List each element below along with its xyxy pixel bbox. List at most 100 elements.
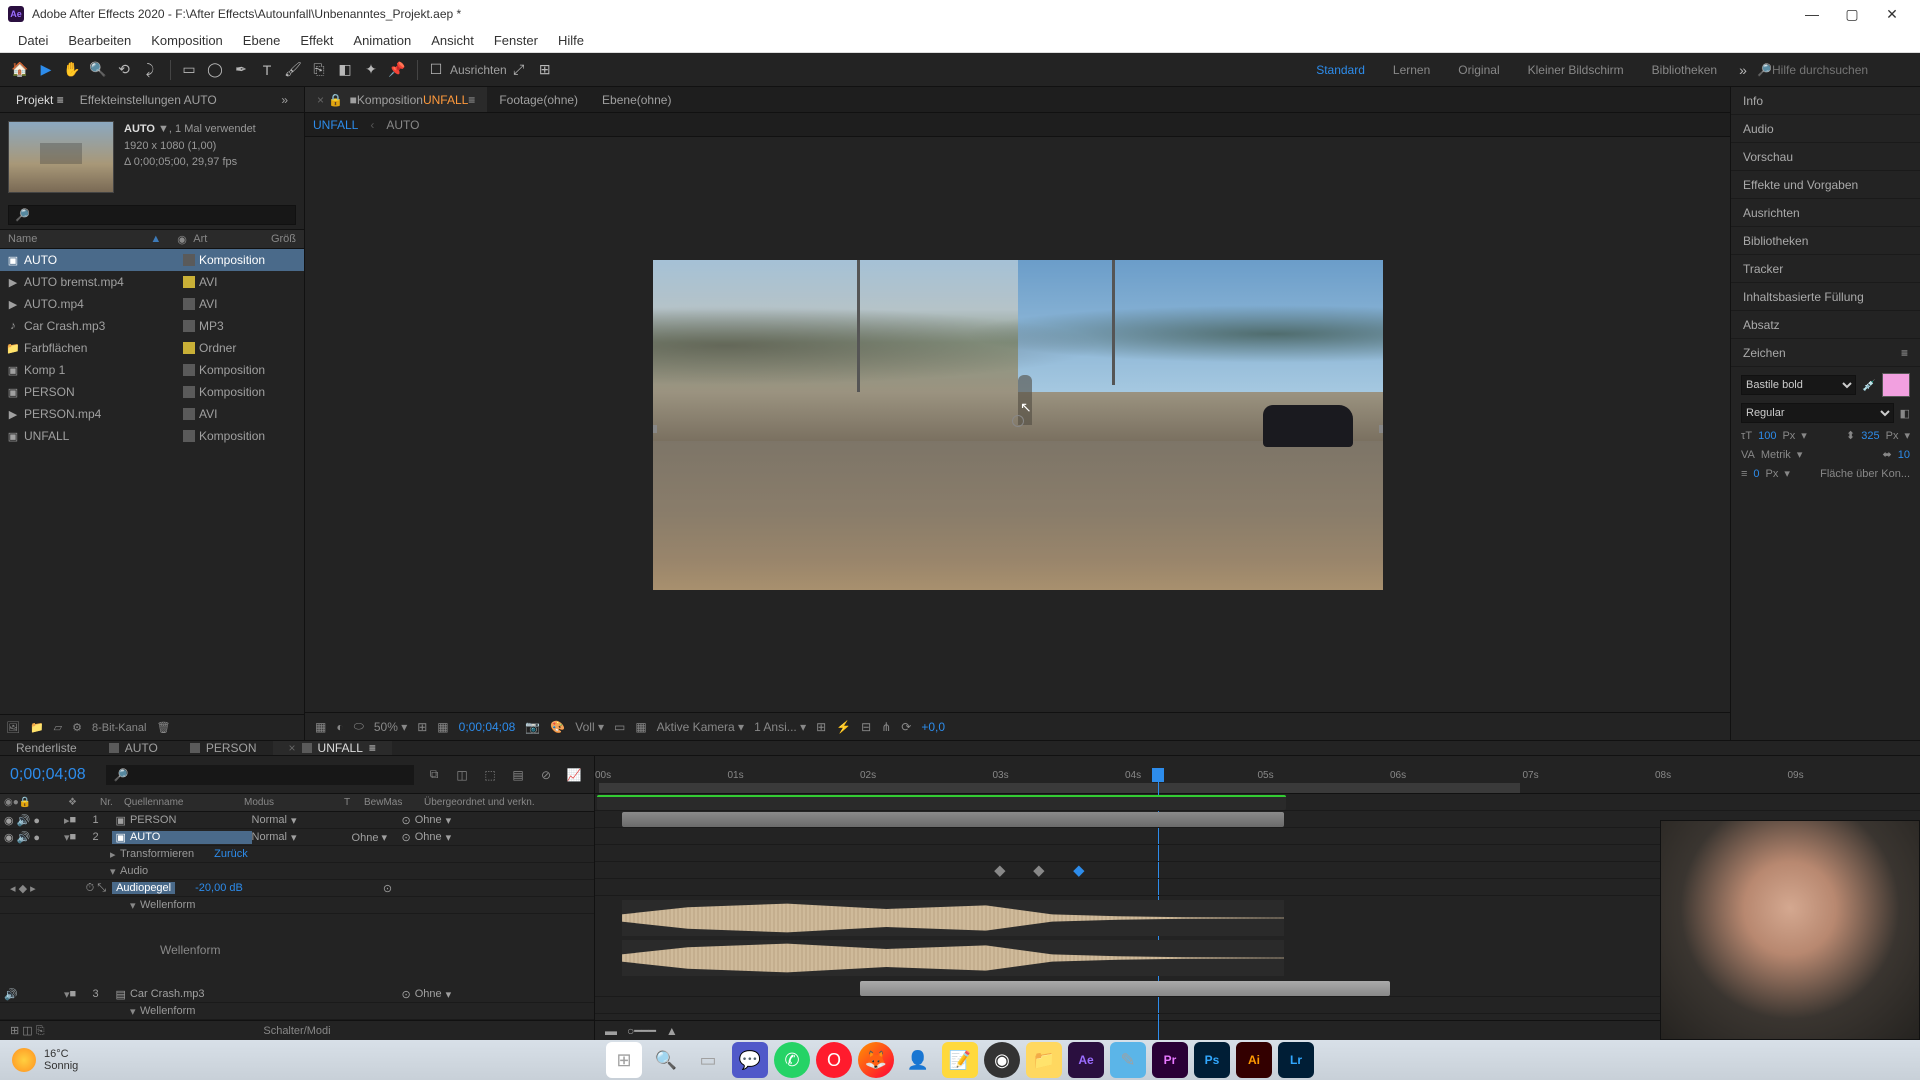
timeline-tab[interactable]: PERSON bbox=[174, 741, 273, 755]
timeline-tab[interactable]: × UNFALL ≡ bbox=[273, 741, 392, 755]
hand-tool[interactable]: ✋ bbox=[60, 58, 84, 82]
panel-overflow[interactable]: » bbox=[273, 93, 296, 107]
project-item[interactable]: ▶AUTO bremst.mp4AVI bbox=[0, 271, 304, 293]
trash-icon[interactable]: 🗑 bbox=[156, 721, 170, 734]
project-item[interactable]: ♪Car Crash.mp3MP3 bbox=[0, 315, 304, 337]
layer-row-person[interactable]: ◉ 🔊 ● ▸ ■ 1 ▣PERSON Normal ▾ ⊙ Ohne ▾ bbox=[0, 812, 594, 829]
help-search-input[interactable] bbox=[1772, 63, 1912, 77]
workspace-bibliotheken[interactable]: Bibliotheken bbox=[1638, 63, 1731, 77]
start-button[interactable]: ⊞ bbox=[606, 1042, 642, 1078]
res-icon[interactable]: ⊞ bbox=[417, 720, 427, 734]
panel-bibliotheken[interactable]: Bibliotheken bbox=[1731, 227, 1920, 255]
workspace-overflow[interactable]: » bbox=[1731, 58, 1755, 82]
minimize-button[interactable]: — bbox=[1792, 0, 1832, 28]
tab-effect-controls[interactable]: Effekteinstellungen AUTO bbox=[72, 93, 225, 107]
layer-handle-right[interactable] bbox=[1379, 425, 1383, 433]
time-ruler[interactable]: 00s01s02s03s04s05s06s07s08s09s10 bbox=[595, 756, 1920, 794]
layer-row-carcrash[interactable]: 🔊 ▾ ■ 3 ▤Car Crash.mp3 ⊙ Ohne ▾ bbox=[0, 986, 594, 1003]
tab-layer[interactable]: Ebene (ohne) bbox=[590, 87, 683, 112]
brush-tool[interactable]: 🖌 bbox=[281, 58, 305, 82]
panel-zeichen[interactable]: Zeichen≡ bbox=[1731, 339, 1920, 367]
panel-audio[interactable]: Audio bbox=[1731, 115, 1920, 143]
tab-composition[interactable]: × 🔒 ■ Komposition UNFALL ≡ bbox=[305, 87, 487, 112]
leading[interactable]: 325 bbox=[1861, 430, 1879, 442]
refresh-icon[interactable]: ⟳ bbox=[901, 720, 911, 734]
color-mgmt-icon[interactable]: 🎨 bbox=[550, 720, 565, 734]
prop-audio[interactable]: ▾ Audio bbox=[0, 863, 594, 880]
close-button[interactable]: ✕ bbox=[1872, 0, 1912, 28]
workspace-kleiner[interactable]: Kleiner Bildschirm bbox=[1514, 63, 1638, 77]
rect-tool[interactable]: ▭ bbox=[177, 58, 201, 82]
viewer-timecode[interactable]: 0;00;04;08 bbox=[459, 720, 516, 734]
composition-viewer[interactable]: ↖ bbox=[305, 137, 1730, 712]
menu-fenster[interactable]: Fenster bbox=[484, 28, 548, 52]
keyframe[interactable] bbox=[994, 866, 1005, 877]
settings-icon[interactable]: ⚙ bbox=[72, 721, 82, 734]
flowchart-icon[interactable]: ⋔ bbox=[881, 720, 891, 734]
comp-nav-unfall[interactable]: UNFALL bbox=[313, 118, 358, 132]
fast-preview-icon[interactable]: ⚡ bbox=[836, 720, 851, 734]
workspace-original[interactable]: Original bbox=[1444, 63, 1513, 77]
fill-color-swatch[interactable] bbox=[1882, 373, 1910, 397]
whatsapp-icon[interactable]: ✆ bbox=[774, 1042, 810, 1078]
tab-footage[interactable]: Footage (ohne) bbox=[487, 87, 590, 112]
photoshop-icon[interactable]: Ps bbox=[1194, 1042, 1230, 1078]
snap-checkbox[interactable]: ☐ bbox=[424, 58, 448, 82]
menu-datei[interactable]: Datei bbox=[8, 28, 58, 52]
new-folder-icon[interactable]: 📁 bbox=[30, 721, 44, 734]
transparency-icon[interactable]: ▦ bbox=[635, 720, 646, 734]
fill-over-stroke[interactable]: Fläche über Kon... bbox=[1820, 468, 1910, 480]
opera-icon[interactable]: O bbox=[816, 1042, 852, 1078]
orbit-tool[interactable]: ⟲ bbox=[112, 58, 136, 82]
after-effects-icon[interactable]: Ae bbox=[1068, 1042, 1104, 1078]
illustrator-icon[interactable]: Ai bbox=[1236, 1042, 1272, 1078]
search-button[interactable]: 🔍 bbox=[648, 1042, 684, 1078]
project-item[interactable]: ▶AUTO.mp4AVI bbox=[0, 293, 304, 315]
alpha-icon[interactable]: ▦ bbox=[315, 720, 326, 734]
project-item[interactable]: ▶PERSON.mp4AVI bbox=[0, 403, 304, 425]
mask-icon[interactable]: ⬭ bbox=[354, 719, 364, 734]
zoom-in-icon[interactable]: ▲ bbox=[666, 1024, 678, 1038]
timeline-timecode[interactable]: 0;00;04;08 bbox=[10, 766, 86, 784]
notes-icon[interactable]: 📝 bbox=[942, 1042, 978, 1078]
menu-ebene[interactable]: Ebene bbox=[233, 28, 291, 52]
graph-editor[interactable]: 📈 bbox=[564, 765, 584, 785]
firefox-icon[interactable]: 🦊 bbox=[858, 1042, 894, 1078]
teams-icon[interactable]: 💬 bbox=[732, 1042, 768, 1078]
timeline-icon[interactable]: ⊟ bbox=[861, 720, 871, 734]
lightroom-icon[interactable]: Lr bbox=[1278, 1042, 1314, 1078]
snapshot-icon[interactable]: 📷 bbox=[525, 720, 540, 734]
stroke-swatch[interactable]: ◧ bbox=[1900, 407, 1910, 420]
panel-ausrichten[interactable]: Ausrichten bbox=[1731, 199, 1920, 227]
eraser-tool[interactable]: ◧ bbox=[333, 58, 357, 82]
maximize-button[interactable]: ▢ bbox=[1832, 0, 1872, 28]
panel-vorschau[interactable]: Vorschau bbox=[1731, 143, 1920, 171]
layer-row-auto[interactable]: ◉ 🔊 ● ▾ ■ 2 ▣AUTO Normal ▾ Ohne ▾ ⊙ Ohne… bbox=[0, 829, 594, 846]
video-preview[interactable] bbox=[653, 260, 1383, 590]
frame-blend[interactable]: ▤ bbox=[508, 765, 528, 785]
panel-effekte[interactable]: Effekte und Vorgaben bbox=[1731, 171, 1920, 199]
obs-icon[interactable]: ◉ bbox=[984, 1042, 1020, 1078]
font-size[interactable]: 100 bbox=[1758, 430, 1776, 442]
panel-absatz[interactable]: Absatz bbox=[1731, 311, 1920, 339]
timeline-tab[interactable]: AUTO bbox=[93, 741, 174, 755]
font-style-select[interactable]: Regular bbox=[1741, 403, 1894, 423]
snap-grid[interactable]: ⊞ bbox=[533, 58, 557, 82]
zoom-out-icon[interactable]: ▬ bbox=[605, 1024, 617, 1038]
timeline-search[interactable]: 🔎 bbox=[106, 765, 414, 785]
panel-tracker[interactable]: Tracker bbox=[1731, 255, 1920, 283]
keyframe[interactable] bbox=[1033, 866, 1044, 877]
exposure-value[interactable]: +0,0 bbox=[921, 720, 945, 734]
tracking[interactable]: 10 bbox=[1898, 449, 1910, 461]
zoom-tool[interactable]: 🔍 bbox=[86, 58, 110, 82]
roto-tool[interactable]: ✦ bbox=[359, 58, 383, 82]
premiere-icon[interactable]: Pr bbox=[1152, 1042, 1188, 1078]
grid-icon[interactable]: ▦ bbox=[437, 720, 448, 734]
snap-opts[interactable]: ⤢ bbox=[507, 58, 531, 82]
home-tool[interactable]: 🏠 bbox=[8, 58, 32, 82]
text-tool[interactable]: T bbox=[255, 58, 279, 82]
keyframe[interactable] bbox=[1073, 866, 1084, 877]
zoom-slider[interactable]: ○━━━ bbox=[627, 1024, 656, 1038]
workspace-lernen[interactable]: Lernen bbox=[1379, 63, 1444, 77]
font-family-select[interactable]: Bastile bold bbox=[1741, 375, 1856, 395]
